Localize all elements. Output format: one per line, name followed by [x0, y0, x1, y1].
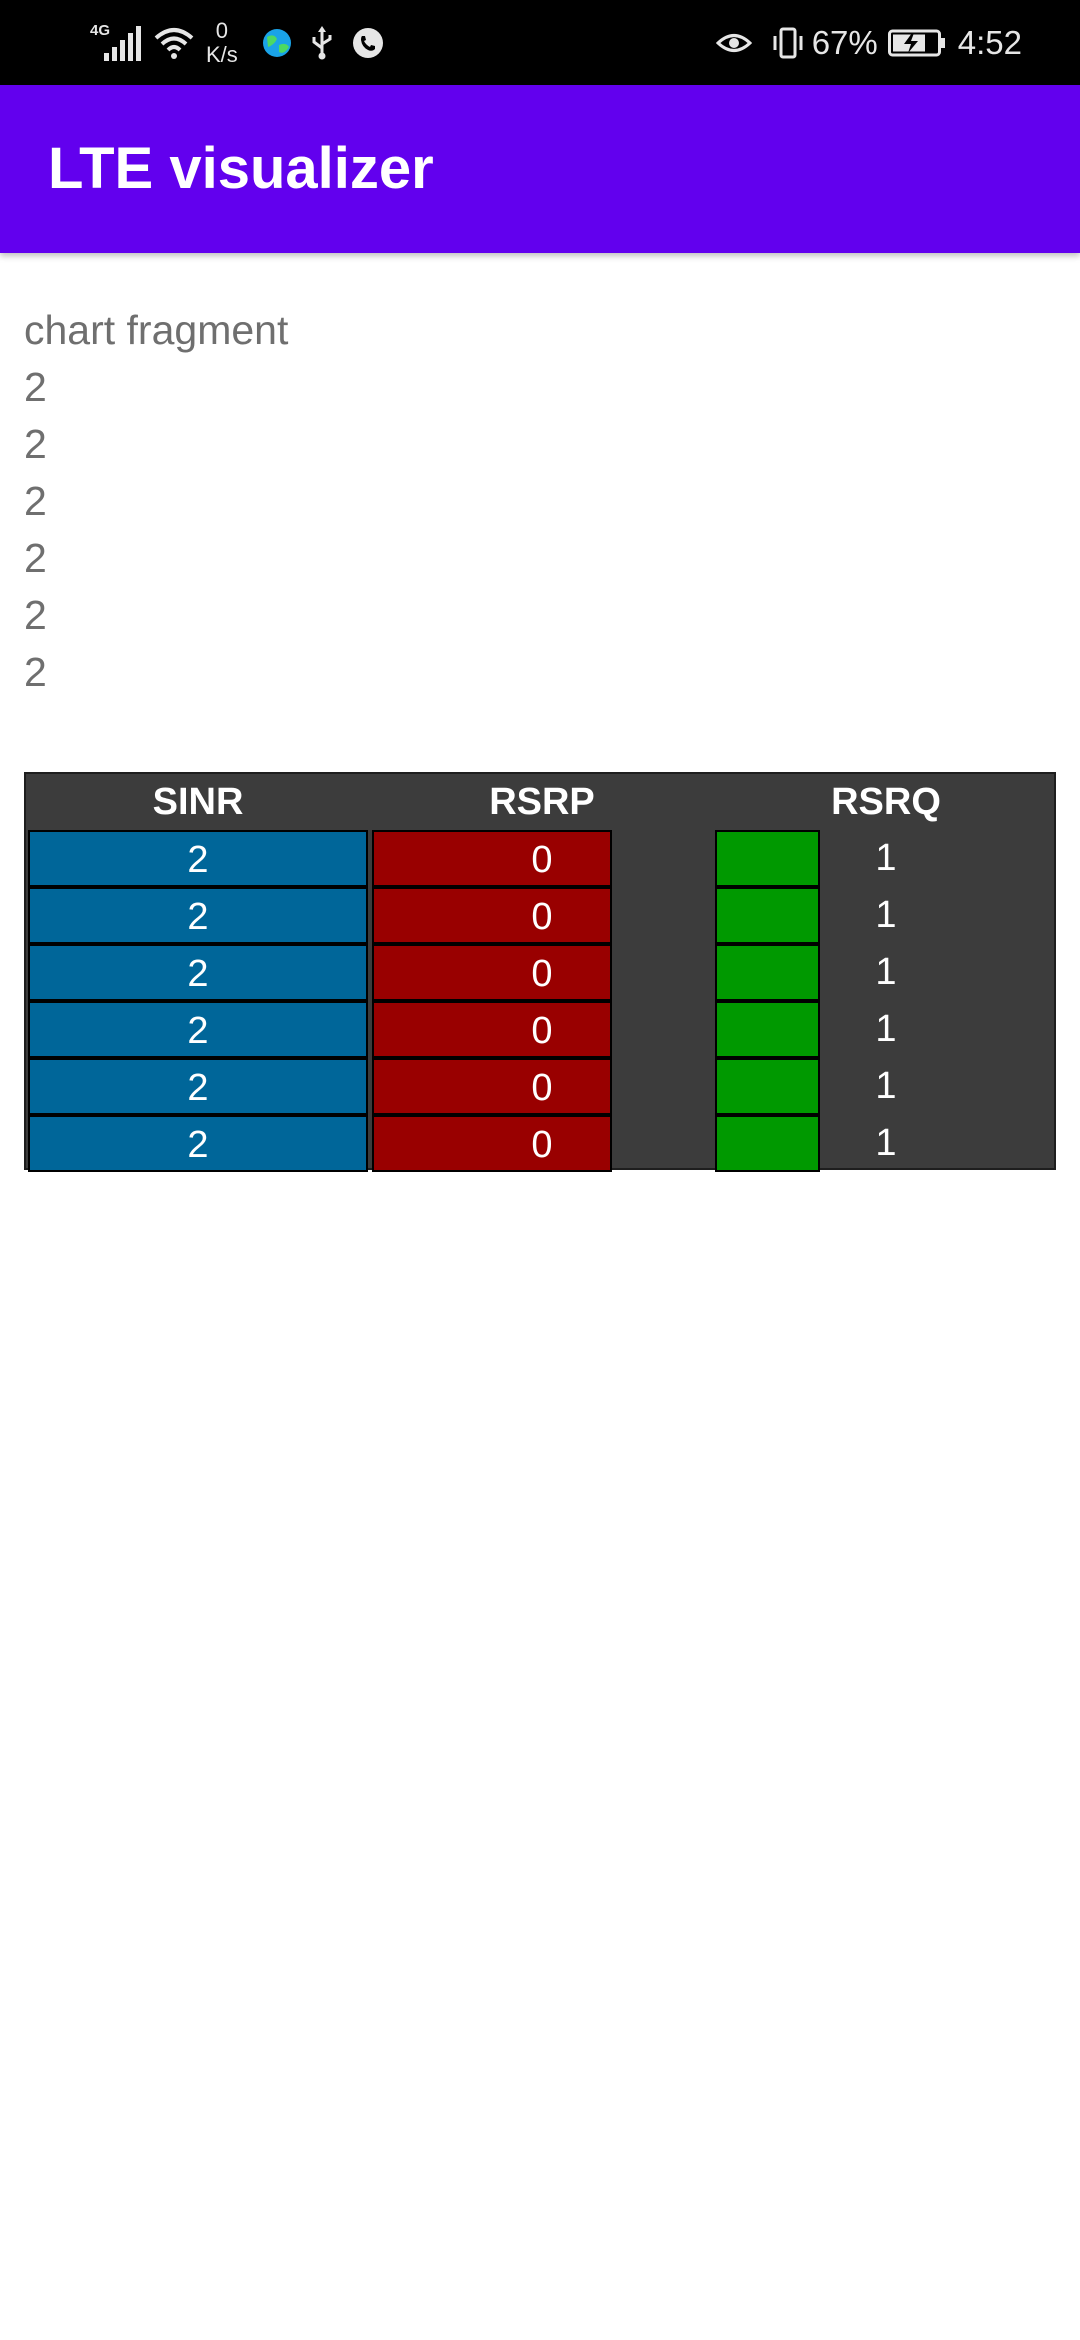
net-speed-unit: K/s [206, 41, 238, 67]
signal-table: SINR RSRP RSRQ 2 0 1 2 0 1 2 0 1 2 0 1 2… [24, 772, 1056, 1172]
header-rsrp: RSRP [489, 781, 595, 823]
table-row: 2 0 1 [26, 1001, 1054, 1058]
value-line: 2 [24, 535, 47, 581]
table-row: 2 0 1 [26, 887, 1054, 944]
rsrp-cell: 0 [372, 1115, 612, 1172]
clock: 4:52 [957, 23, 1022, 61]
rsrq-cell: 1 [875, 951, 897, 993]
table-row: 2 0 1 [26, 1058, 1054, 1115]
sinr-cell: 2 [28, 944, 368, 1001]
phone-call-icon [352, 27, 383, 58]
sinr-cell: 2 [28, 830, 368, 887]
signal-bars-icon [104, 25, 141, 61]
cellular-signal: 4G [90, 23, 146, 63]
value-line: 2 [24, 592, 47, 638]
rsrq-cell: 1 [875, 837, 897, 879]
fragment-label: chart fragment [24, 307, 289, 353]
app-bar: LTE visualizer [0, 85, 1080, 253]
value-line: 2 [24, 478, 47, 524]
eye-comfort-icon [715, 33, 752, 52]
rsrq-cell: 1 [875, 894, 897, 936]
net-speed-value: 0 [215, 18, 229, 44]
usb-icon [312, 25, 332, 59]
table-row: 2 0 1 [26, 1115, 1054, 1172]
header-sinr: SINR [152, 781, 244, 823]
rsrq-cell: 1 [875, 1065, 897, 1107]
table-header: SINR RSRP RSRQ [26, 774, 1054, 830]
rsrq-cell: 1 [875, 1122, 897, 1164]
value-line: 2 [24, 649, 47, 695]
battery-charging-icon [887, 29, 945, 56]
header-rsrq: RSRQ [831, 781, 941, 823]
wifi-icon [154, 27, 194, 59]
battery-percent: 67% [811, 23, 878, 61]
sinr-cell: 2 [28, 1058, 368, 1115]
net-speed: 0 K/s [206, 19, 238, 65]
rsrq-cell: 1 [875, 1008, 897, 1050]
rsrp-cell: 0 [372, 1001, 612, 1058]
sinr-cell: 2 [28, 887, 368, 944]
table-row: 2 0 1 [26, 944, 1054, 1001]
value-line: 2 [24, 364, 47, 410]
sinr-cell: 2 [28, 1115, 368, 1172]
app-title: LTE visualizer [48, 136, 434, 201]
rsrp-cell: 0 [372, 1058, 612, 1115]
chart-fragment: chart fragment 2 2 2 2 2 2 [24, 302, 288, 701]
sinr-cell: 2 [28, 1001, 368, 1058]
status-bar-left: 4G 0 K/s [90, 0, 384, 85]
table-row: 2 0 1 [26, 830, 1054, 887]
rsrp-cell: 0 [372, 830, 612, 887]
rsrp-cell: 0 [372, 944, 612, 1001]
status-bar: 4G 0 K/s 67% 4:52 [0, 0, 1080, 85]
vibrate-icon [773, 27, 803, 58]
browser-globe-icon [262, 28, 291, 57]
rsrp-cell: 0 [372, 887, 612, 944]
status-bar-right: 67% 4:52 [715, 0, 1022, 85]
value-line: 2 [24, 421, 47, 467]
